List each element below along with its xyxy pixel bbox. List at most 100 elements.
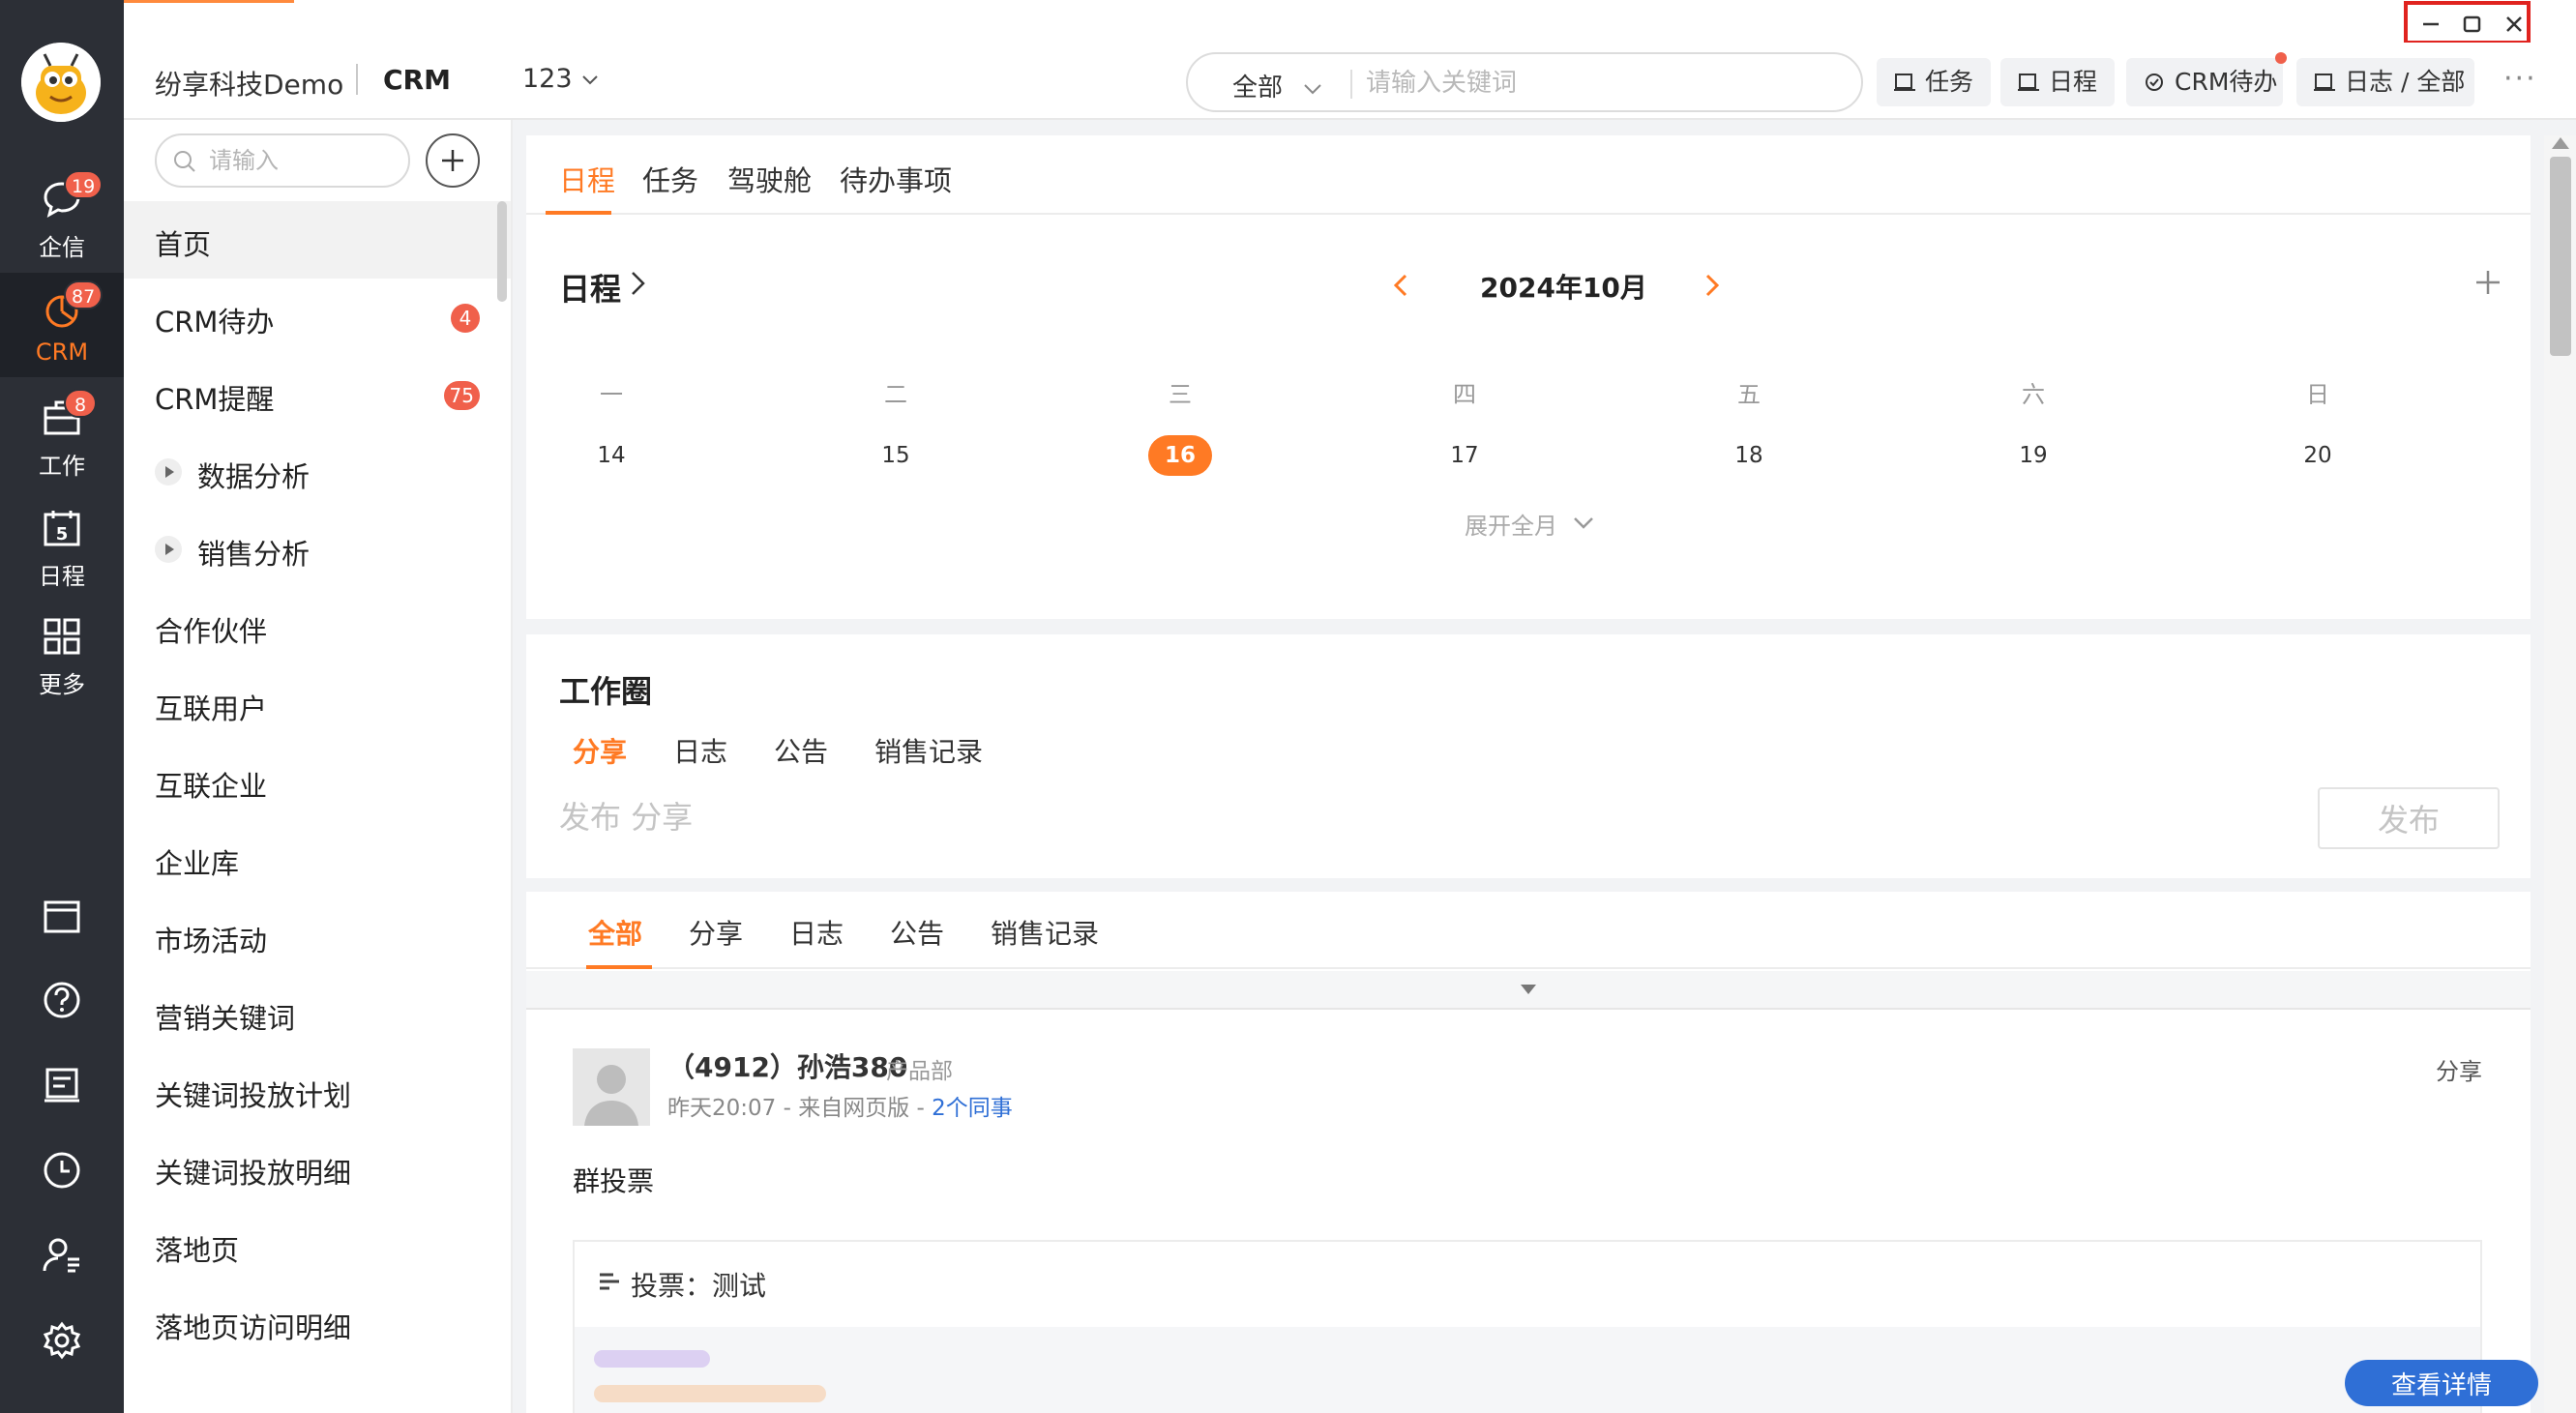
tab-share[interactable]: 分享	[573, 731, 627, 770]
post-time-source: 昨天20:07 - 来自网页版 -	[667, 1096, 933, 1121]
sidebar-item-linked-companies[interactable]: 互联企业	[124, 743, 511, 820]
log-button[interactable]: 日志 / 全部	[2296, 58, 2474, 106]
weekday-label: 日	[2306, 381, 2329, 408]
feed-filter-toggle[interactable]	[526, 971, 2531, 1010]
more-menu-button[interactable]: ···	[2503, 62, 2537, 96]
calendar-day[interactable]: 20	[2279, 443, 2356, 468]
workspace-select[interactable]: 123	[522, 64, 600, 94]
tab-share[interactable]: 分享	[689, 913, 743, 952]
chevron-down-icon[interactable]	[1571, 511, 1596, 536]
settings-gear-icon[interactable]	[43, 1321, 81, 1360]
chevron-right-icon[interactable]	[627, 269, 650, 298]
rail-item-more[interactable]: 更多	[0, 600, 124, 704]
sidebar-scrollbar[interactable]	[497, 201, 507, 302]
search-scope-value: 全部	[1232, 74, 1284, 103]
view-details-button[interactable]: 查看详情	[2345, 1360, 2538, 1406]
calendar-day[interactable]: 19	[1995, 443, 2072, 468]
notebook-icon[interactable]	[43, 1066, 81, 1104]
plus-icon[interactable]	[2471, 265, 2505, 300]
checkbox-icon	[2018, 74, 2039, 91]
vote-option-bar	[594, 1385, 826, 1402]
sidebar-item-keyword-details[interactable]: 关键词投放明细	[124, 1130, 511, 1207]
sidebar-item-label: 数据分析	[197, 460, 311, 493]
post-body: 群投票	[573, 1165, 655, 1197]
sidebar-item-label: 企业库	[155, 847, 240, 880]
scrollbar-thumb[interactable]	[2550, 157, 2571, 356]
calendar-day[interactable]: 15	[857, 443, 934, 468]
calendar-day[interactable]: 18	[1710, 443, 1788, 468]
calendar-icon: 5	[44, 511, 80, 546]
search-scope-select[interactable]: 全部	[1232, 68, 1323, 103]
tab-cockpit[interactable]: 驾驶舱	[727, 159, 812, 199]
colleagues-link[interactable]: 2个同事	[932, 1096, 1013, 1121]
sidebar-item-landing-pages[interactable]: 落地页	[124, 1207, 511, 1284]
tab-announcement[interactable]: 公告	[774, 731, 828, 770]
sidebar-item-home[interactable]: 首页	[124, 201, 511, 279]
help-icon[interactable]	[43, 981, 81, 1019]
add-button[interactable]	[426, 133, 480, 188]
calendar-day-today[interactable]: 16	[1141, 443, 1219, 468]
sidebar-item-crm-reminder[interactable]: CRM提醒 75	[124, 356, 511, 433]
schedule-title[interactable]: 日程	[559, 265, 621, 309]
sidebar-item-data-analysis[interactable]: 数据分析	[124, 433, 511, 511]
sidebar-item-keyword-plans[interactable]: 关键词投放计划	[124, 1052, 511, 1130]
close-icon[interactable]	[2497, 9, 2532, 40]
tab-log[interactable]: 日志	[673, 731, 727, 770]
sidebar-item-crm-todo[interactable]: CRM待办 4	[124, 279, 511, 356]
tab-all[interactable]: 全部	[588, 913, 642, 952]
tab-sales-record[interactable]: 销售记录	[991, 913, 1099, 952]
rail-item-schedule[interactable]: 5 日程	[0, 491, 124, 596]
chevron-right-icon[interactable]	[1697, 271, 1726, 300]
company-name[interactable]: 纷享科技Demo	[155, 64, 343, 103]
calendar-day[interactable]: 17	[1426, 443, 1503, 468]
month-label: 2024年10月	[1480, 272, 1647, 304]
sidebar-item-label: 首页	[155, 228, 212, 261]
maximize-icon[interactable]	[2454, 9, 2489, 40]
sidebar-search-input[interactable]	[209, 143, 393, 178]
grid-icon	[44, 618, 80, 655]
schedule-button[interactable]: 日程	[2000, 58, 2115, 106]
tab-log[interactable]: 日志	[789, 913, 844, 952]
schedule-card: 日程 任务 驾驶舱 待办事项 日程 2024年10月 一 二 三 四 五 六 日…	[526, 135, 2531, 619]
compose-input[interactable]	[559, 799, 1817, 836]
calendar-day[interactable]: 14	[573, 443, 650, 468]
rail-item-crm[interactable]: 87 CRM	[0, 273, 124, 377]
sidebar-item-marketing-keywords[interactable]: 营销关键词	[124, 975, 511, 1052]
main-scrollbar[interactable]	[2544, 135, 2576, 1413]
sidebar-item-sales-analysis[interactable]: 销售分析	[124, 511, 511, 588]
weekday-label: 五	[1737, 381, 1761, 408]
sidebar-item-landing-visits[interactable]: 落地页访问明细	[124, 1284, 511, 1362]
task-button[interactable]: 任务	[1877, 58, 1991, 106]
user-manage-icon[interactable]	[43, 1236, 81, 1275]
search-input[interactable]	[1366, 62, 1830, 104]
avatar[interactable]	[573, 1048, 650, 1126]
publish-button[interactable]: 发布	[2318, 787, 2500, 849]
rail-item-messages[interactable]: 19 企信	[0, 162, 124, 267]
checkbox-icon	[1894, 74, 1915, 91]
tab-tasks[interactable]: 任务	[642, 159, 698, 199]
scroll-up-arrow[interactable]	[2552, 137, 2569, 149]
vote-title: 投票：测试	[631, 1270, 767, 1302]
clock-icon[interactable]	[43, 1151, 81, 1190]
crm-todo-button[interactable]: CRM待办	[2126, 52, 2287, 106]
tab-sales-record[interactable]: 销售记录	[874, 731, 983, 770]
sidebar-item-company-library[interactable]: 企业库	[124, 820, 511, 898]
sidebar-item-campaigns[interactable]: 市场活动	[124, 898, 511, 975]
window-icon[interactable]	[43, 898, 81, 936]
tab-schedule[interactable]: 日程	[559, 159, 615, 199]
chevron-left-icon[interactable]	[1387, 271, 1416, 300]
minimize-icon[interactable]	[2413, 9, 2448, 40]
app-logo[interactable]	[21, 43, 101, 122]
tab-todo[interactable]: 待办事项	[840, 159, 952, 199]
expand-month-link[interactable]: 展开全月	[1465, 507, 1557, 541]
rail-item-work[interactable]: 8 工作	[0, 381, 124, 486]
expand-caret-icon[interactable]	[155, 458, 182, 486]
app-rail: 19 企信 87 CRM 8 工作 5 日程 更多	[0, 0, 124, 1413]
sidebar-item-partners[interactable]: 合作伙伴	[124, 588, 511, 665]
sidebar-badge: 75	[443, 381, 480, 410]
tab-announcement[interactable]: 公告	[890, 913, 944, 952]
weekday-label: 二	[884, 381, 907, 408]
sidebar-item-linked-users[interactable]: 互联用户	[124, 665, 511, 743]
expand-caret-icon[interactable]	[155, 536, 182, 563]
post-author[interactable]: （4912）孙浩380	[667, 1046, 907, 1085]
